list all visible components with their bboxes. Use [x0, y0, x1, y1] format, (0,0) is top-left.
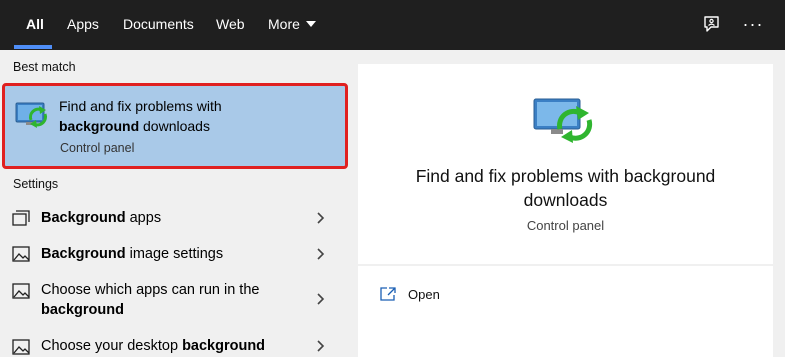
preview-actions: Open [358, 266, 773, 357]
preview-panel: Find and fix problems with background do… [358, 64, 773, 264]
active-tab-indicator [14, 45, 52, 49]
best-match-subtitle: Control panel [60, 141, 135, 155]
best-match-title: Find and fix problems with background do… [59, 96, 329, 136]
setting-label-bold: background [41, 302, 124, 318]
setting-label-rest: image settings [125, 246, 224, 262]
chevron-right-icon [317, 248, 325, 260]
chevron-down-icon [305, 21, 316, 27]
results-list: Best match Find and fix problems with ba… [0, 50, 354, 357]
feedback-icon[interactable] [700, 13, 722, 35]
best-match-title-part1: Find and fix problems with [59, 98, 222, 114]
setting-label: Background image settings [41, 244, 301, 264]
setting-background-apps-run[interactable]: Choose which apps can run in the backgro… [0, 279, 340, 323]
best-match-title-part2: downloads [139, 118, 210, 134]
tab-more[interactable]: More [268, 0, 316, 50]
open-label: Open [408, 286, 440, 302]
image-icon [12, 246, 30, 262]
setting-label-rest: apps [125, 210, 162, 226]
chevron-right-icon [317, 293, 325, 305]
tab-web[interactable]: Web [216, 0, 245, 50]
settings-header: Settings [13, 177, 59, 191]
search-tab-bar: All Apps Documents Web More ··· [0, 0, 785, 50]
setting-background-apps[interactable]: Background apps [0, 206, 340, 230]
image-icon [12, 339, 30, 355]
setting-background-image[interactable]: Background image settings [0, 242, 340, 266]
best-match-item[interactable]: Find and fix problems with background do… [2, 83, 348, 169]
tab-all[interactable]: All [26, 0, 44, 50]
best-match-header: Best match [13, 60, 76, 74]
setting-label-pre: Choose which apps can run in the [41, 282, 260, 298]
troubleshoot-monitor-icon [15, 102, 47, 128]
chevron-right-icon [317, 212, 325, 224]
setting-label: Choose your desktop background [41, 336, 301, 356]
setting-label-bold: Background [41, 246, 126, 262]
preview-subtitle: Control panel [526, 218, 605, 233]
setting-label: Choose which apps can run in the backgro… [41, 280, 301, 320]
tab-apps[interactable]: Apps [67, 0, 99, 50]
setting-label-pre: Choose your desktop [41, 338, 183, 354]
tab-more-label: More [268, 16, 300, 32]
background-apps-icon [12, 210, 30, 226]
image-icon [12, 283, 30, 299]
tab-documents[interactable]: Documents [123, 0, 194, 50]
troubleshoot-monitor-icon [533, 98, 593, 143]
open-icon [380, 287, 396, 301]
setting-desktop-background[interactable]: Choose your desktop background [0, 336, 340, 357]
chevron-right-icon [317, 340, 325, 352]
setting-label-bold: background [182, 338, 266, 354]
open-action[interactable]: Open [380, 284, 440, 304]
setting-label-bold: Background [41, 210, 126, 226]
setting-label: Background apps [41, 208, 301, 228]
best-match-title-bold: background [59, 118, 140, 134]
preview-title: Find and fix problems with background do… [415, 166, 716, 210]
more-options-icon[interactable]: ··· [742, 13, 764, 35]
